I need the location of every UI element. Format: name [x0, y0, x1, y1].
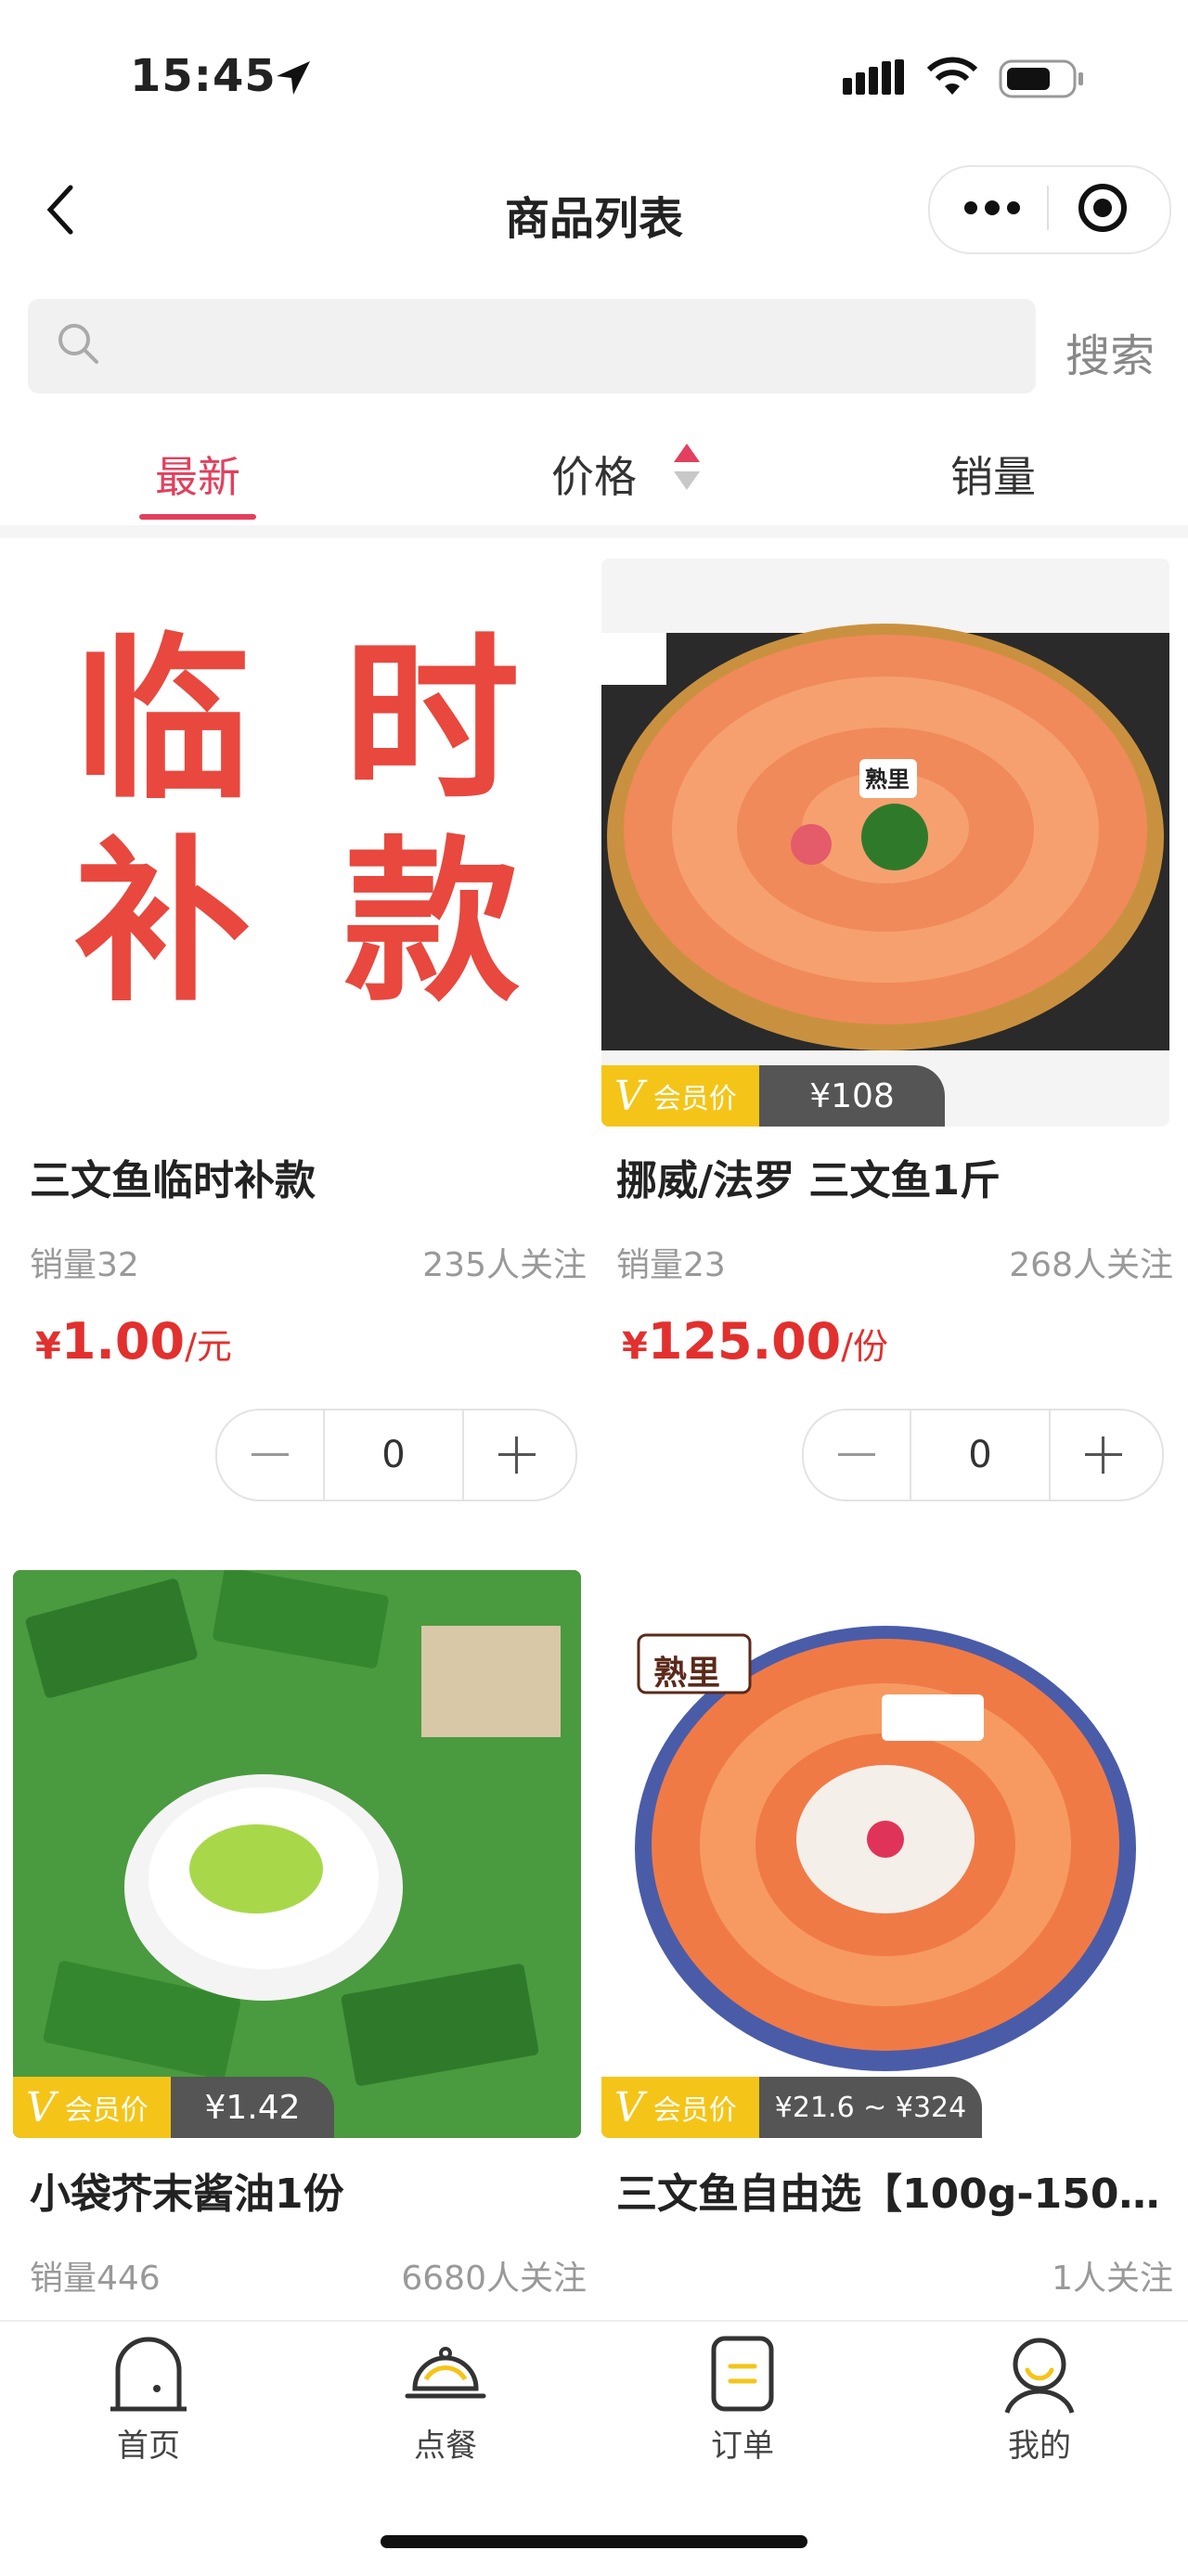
quantity-value[interactable]: 0 [323, 1410, 464, 1500]
product-price: ¥125.00/份 [622, 1312, 889, 1371]
tabbar-label: 首页 [117, 2428, 180, 2465]
minus-icon [252, 1453, 289, 1456]
capsule-divider [1047, 186, 1049, 230]
product-price: ¥1.00/元 [35, 1312, 232, 1371]
member-price-badge: V 会员价 ¥108 [601, 1065, 945, 1127]
product-name[interactable]: 挪威/法罗 三文鱼1斤 [616, 1147, 1173, 1206]
more-icon[interactable] [960, 186, 1025, 230]
cellular-signal-icon [843, 59, 904, 95]
brand-logo-text: 熟里 [865, 766, 910, 792]
wasabi-sachets-image [13, 1570, 581, 2138]
search-input[interactable] [111, 299, 1021, 393]
product-sales: 销量446 [30, 2260, 161, 2298]
tabbar-label: 点餐 [414, 2428, 477, 2465]
tabbar-label: 我的 [1008, 2428, 1071, 2465]
product-image[interactable]: V 会员价 ¥1.42 [13, 1570, 581, 2138]
product-followers: 235人关注 [422, 1246, 587, 1284]
quantity-stepper: 0 [802, 1409, 1164, 1501]
cloche-icon [405, 2347, 486, 2399]
member-price-badge: V 会员价 ¥1.42 [13, 2077, 334, 2138]
plus-icon [498, 1436, 536, 1474]
minus-icon [838, 1453, 875, 1456]
member-badge-label: V 会员价 [601, 1065, 759, 1127]
product-name[interactable]: 小袋芥末酱油1份 [30, 2160, 568, 2220]
product-image[interactable]: 熟里 V 会员价 ¥21.6 ~ ¥324 [601, 1570, 1169, 2138]
product-name[interactable]: 三文鱼自由选【100g-150… [616, 2160, 1173, 2220]
sort-toggle-icon[interactable] [670, 440, 704, 494]
tabbar-item-home[interactable]: 首页 [56, 2333, 241, 2466]
member-price: ¥108 [759, 1065, 945, 1127]
product-followers: 6680人关注 [401, 2260, 587, 2298]
user-icon [1004, 2338, 1075, 2414]
salmon-platter-image [601, 624, 1169, 1050]
product-sales: 销量23 [616, 1246, 726, 1284]
tab-sales[interactable]: 销量 [937, 444, 1049, 505]
product-name[interactable]: 三文鱼临时补款 [30, 1147, 568, 1206]
status-time: 15:45 [130, 50, 277, 102]
tabbar-item-order-food[interactable]: 点餐 [353, 2333, 538, 2466]
tabbar-label: 订单 [711, 2428, 774, 2465]
tabbar-item-orders[interactable]: 订单 [650, 2333, 835, 2466]
decrease-button[interactable] [217, 1410, 323, 1500]
increase-button[interactable] [1051, 1410, 1156, 1500]
tab-price[interactable]: 价格 [548, 444, 640, 505]
image-text: 临 [74, 618, 252, 823]
product-followers: 268人关注 [1009, 1246, 1173, 1284]
product-sales: 销量32 [30, 1246, 139, 1284]
member-price: ¥21.6 ~ ¥324 [759, 2077, 982, 2138]
search-button[interactable]: 搜索 [1065, 319, 1155, 384]
image-text: 补 [74, 820, 252, 1025]
quantity-value[interactable]: 0 [910, 1410, 1051, 1500]
product-image[interactable]: 熟里 V 会员价 ¥108 [601, 559, 1169, 1127]
close-miniprogram-icon[interactable] [1077, 182, 1129, 234]
wifi-icon [926, 57, 978, 95]
section-divider [0, 525, 1188, 538]
member-badge-label: V 会员价 [13, 2077, 171, 2138]
member-badge-label: V 会员价 [601, 2077, 759, 2138]
product-followers: 1人关注 [1052, 2260, 1173, 2298]
image-text: 款 [343, 820, 521, 1025]
tab-active-indicator [139, 514, 256, 520]
search-icon [58, 324, 98, 364]
quantity-stepper: 0 [215, 1409, 577, 1501]
tab-newest[interactable]: 最新 [139, 444, 256, 505]
location-arrow-icon [277, 61, 310, 95]
decrease-button[interactable] [804, 1410, 910, 1500]
increase-button[interactable] [464, 1410, 570, 1500]
product-image[interactable]: 临 时 补 款 [13, 559, 581, 1127]
tabbar-item-me[interactable]: 我的 [947, 2333, 1132, 2466]
battery-icon [999, 59, 1083, 98]
member-price: ¥1.42 [171, 2077, 334, 2138]
home-indicator [381, 2535, 807, 2548]
order-icon [711, 2336, 774, 2412]
member-price-badge: V 会员价 ¥21.6 ~ ¥324 [601, 2077, 982, 2138]
home-icon [110, 2337, 187, 2412]
image-text: 时 [343, 618, 521, 823]
brand-logo-text: 熟里 [653, 1655, 721, 1693]
plus-icon [1085, 1436, 1122, 1474]
